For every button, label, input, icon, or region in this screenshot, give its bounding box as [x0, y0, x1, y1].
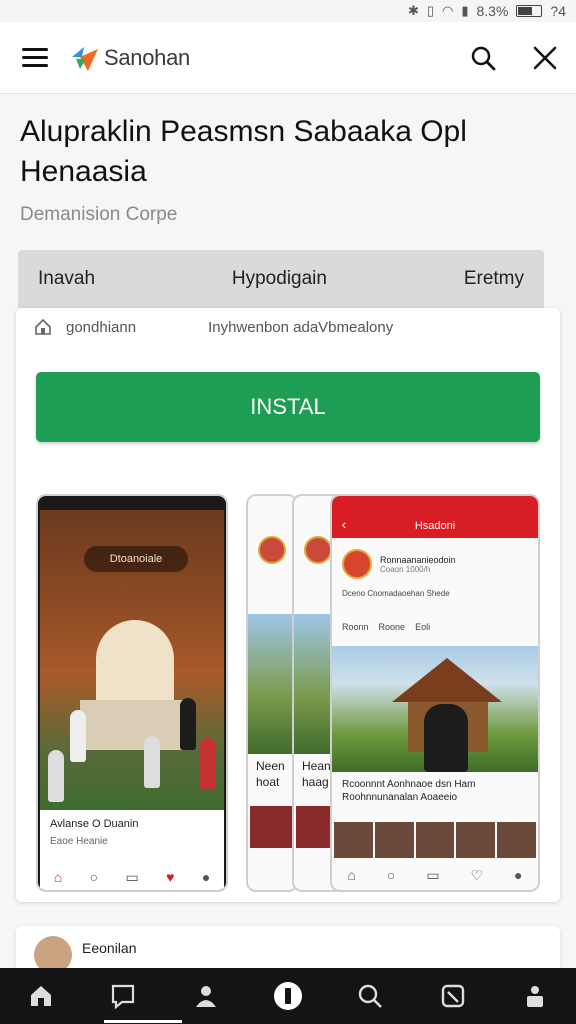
nav-home[interactable]: [16, 971, 66, 1021]
bottom-nav: [0, 968, 576, 1024]
app-title: Alupraklin Peasmsn Sabaaka Opl Henaasia: [20, 115, 467, 188]
search-button[interactable]: [452, 22, 514, 94]
info-right: Inyhwenbon adaVbmealony: [208, 318, 394, 336]
tab-2[interactable]: Hypodigain: [232, 268, 327, 290]
screenshot-1[interactable]: Dtoanoiale Avlanse O Duanin Eaoe Heanie …: [36, 494, 228, 892]
heart-icon: ♥: [166, 869, 175, 885]
screenshot-4-tabs: Roonn Roone Eoli: [342, 622, 431, 632]
developer-name[interactable]: Demanision Corpe: [20, 204, 177, 226]
lock-person-icon: [526, 986, 543, 1007]
screenshot-1-badge: Dtoanoiale: [84, 546, 188, 572]
screenshot-1-sub: Eaoe Heanie: [50, 836, 108, 847]
info-row: gondhiann Inyhwenbon adaVbmealony: [34, 318, 393, 336]
install-button[interactable]: INSTAL: [36, 372, 540, 442]
clock: ?4: [550, 3, 566, 19]
brand-logo-icon: [72, 46, 98, 71]
app-center-icon: [273, 982, 302, 1010]
screenshot-1-scene: Dtoanoiale: [40, 510, 224, 810]
search-icon: [359, 984, 383, 1008]
nav-search[interactable]: [345, 971, 395, 1021]
brand-name: Sanohan: [104, 44, 190, 70]
screenshot-2[interactable]: Neen hoat: [246, 494, 298, 892]
status-bar: ✱ ▯ ◠ ▮ 8.3% ?4: [0, 0, 576, 22]
profile-icon: ●: [201, 869, 211, 885]
search-icon: [471, 46, 496, 70]
home-icon: [31, 986, 52, 1006]
menu-icon: [22, 48, 48, 51]
avatar: [342, 549, 372, 579]
screenshot-4-row: Dceno Cnomadaoehan Shede: [342, 589, 450, 598]
screenshot-4-thumbs: [334, 822, 536, 858]
heart-icon: ♡: [470, 867, 484, 883]
chat-icon: ▭: [125, 869, 139, 885]
battery-percent: 8.3%: [476, 3, 509, 19]
bookmark-icon: [441, 984, 464, 1008]
info-left: gondhiann: [66, 318, 137, 336]
search-icon: ○: [89, 869, 99, 885]
screenshot-1-nav: ⌂ ○ ▭ ♥ ●: [40, 869, 224, 886]
home-icon: ⌂: [53, 869, 63, 885]
close-button[interactable]: [514, 22, 576, 94]
reviewer-name: Eeonilan: [82, 940, 137, 956]
bluetooth-icon: ✱: [407, 3, 419, 18]
profile-icon: ●: [514, 867, 523, 883]
brand[interactable]: Sanohan: [70, 43, 190, 73]
screenshot-1-footer: Avlanse O Duanin Eaoe Heanie ⌂ ○ ▭ ♥ ●: [40, 810, 224, 890]
active-tab-indicator: [104, 1020, 182, 1023]
app-bar: Sanohan: [0, 22, 576, 94]
home-icon: ⌂: [347, 867, 356, 883]
tab-3[interactable]: Eretmy: [464, 268, 524, 290]
wifi-icon: ◠: [442, 3, 454, 18]
app-card: gondhiann Inyhwenbon adaVbmealony INSTAL…: [16, 308, 560, 902]
vibrate-icon: ▯: [426, 3, 434, 18]
nav-account[interactable]: [510, 971, 560, 1021]
screenshot-4[interactable]: ‹ Hsadoni Ronnaananieodoin Coaon 1000/h …: [330, 494, 540, 892]
chat-icon: ▭: [426, 867, 440, 883]
back-icon: ‹: [341, 516, 347, 532]
close-icon: [533, 46, 557, 69]
tab-1[interactable]: Inavah: [38, 268, 95, 290]
screenshot-4-profile: Ronnaananieodoin Coaon 1000/h: [342, 544, 528, 584]
screenshot-4-header: ‹ Hsadoni: [332, 496, 538, 538]
battery-icon: [516, 5, 543, 17]
signal-icon: ▮: [461, 3, 469, 18]
screenshot-4-caption: Rcoonnnt Aonhnaoe dsn Ham Roohnnunanalan…: [342, 779, 476, 803]
home-outline-icon: [35, 318, 51, 335]
nav-profile[interactable]: [181, 971, 231, 1021]
screenshot-4-nav: ⌂ ○ ▭ ♡ ●: [332, 867, 538, 884]
screenshot-4-hero: [332, 646, 538, 772]
screenshot-1-caption: Avlanse O Duanin: [50, 818, 139, 830]
nav-center[interactable]: [263, 971, 313, 1021]
person-icon: [195, 986, 216, 1007]
nav-chat[interactable]: [98, 971, 148, 1021]
tab-bar: Inavah Hypodigain Eretmy: [18, 250, 544, 308]
nav-bookmark[interactable]: [428, 971, 478, 1021]
screenshot-2-text: Neen hoat: [256, 759, 285, 789]
search-icon: ○: [386, 867, 396, 883]
menu-button[interactable]: [0, 22, 70, 94]
chat-icon: [112, 984, 135, 1009]
